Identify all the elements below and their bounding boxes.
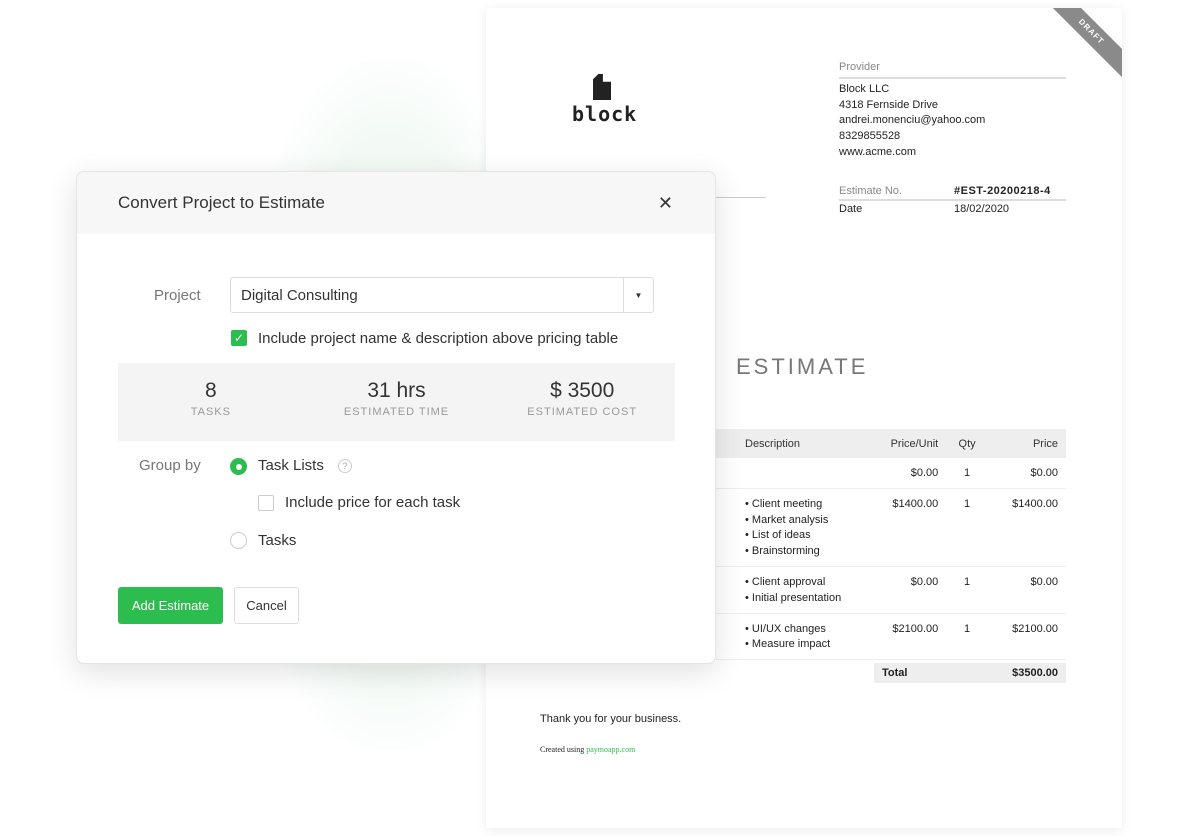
divider xyxy=(716,197,766,198)
column-header: Description xyxy=(716,429,866,458)
unit-price: $0.00 xyxy=(866,458,947,489)
task-item: Market analysis xyxy=(745,513,858,529)
company-logo: block xyxy=(572,74,636,126)
include-price-label: Include price for each task xyxy=(285,494,461,511)
stats-panel: 8 TASKS 31 hrs ESTIMATED TIME $ 3500 ESTIMA… xyxy=(118,363,675,441)
task-item: List of ideas xyxy=(745,528,858,544)
provider-line: Block LLC xyxy=(839,82,890,95)
total-row: Total $3500.00 xyxy=(874,663,1066,683)
project-select[interactable]: Digital Consulting ▼ xyxy=(230,277,654,313)
unit-price: $2100.00 xyxy=(866,613,947,661)
task-lists-label: Task Lists xyxy=(258,457,324,474)
total-value: $3500.00 xyxy=(1012,667,1058,679)
quantity: 1 xyxy=(946,613,988,661)
include-price-checkbox[interactable] xyxy=(258,495,274,511)
provider-line: www.acme.com xyxy=(839,145,917,158)
dialog-title: Convert Project to Estimate xyxy=(118,193,325,212)
table-row: $0.00 1 $0.00 xyxy=(716,458,1066,489)
estimate-number: #EST-20200218-4 xyxy=(954,185,1051,197)
estimate-date: 18/02/2020 xyxy=(954,203,1010,215)
created-using: Created using paymoapp.com xyxy=(540,745,636,754)
table-row: Client meetingMarket analysisList of ide… xyxy=(716,488,1066,567)
add-estimate-button[interactable]: Add Estimate xyxy=(118,587,223,624)
quantity: 1 xyxy=(946,566,988,614)
stat-time: 31 hrs ESTIMATED TIME xyxy=(343,379,450,418)
table-row: UI/UX changesMeasure impact $2100.00 1 $… xyxy=(716,613,1066,661)
line-price: $0.00 xyxy=(987,458,1066,489)
provider-line: 4318 Fernside Drive xyxy=(839,98,939,111)
chevron-down-icon[interactable]: ▼ xyxy=(623,278,653,312)
paymo-link[interactable]: paymoapp.com xyxy=(586,745,635,754)
cancel-button[interactable]: Cancel xyxy=(234,587,299,624)
task-item: Client meeting xyxy=(745,497,858,513)
help-icon[interactable]: ? xyxy=(338,459,352,473)
items-table: Description Price/Unit Qty Price $0.00 1… xyxy=(716,429,1066,661)
document-title: ESTIMATE xyxy=(736,354,869,379)
task-item: Brainstorming xyxy=(745,544,858,560)
close-icon[interactable]: ✕ xyxy=(658,193,673,214)
thanks-note: Thank you for your business. xyxy=(540,713,682,725)
estimate-meta: Estimate No. #EST-20200218-4 Date 18/02/20… xyxy=(839,183,1066,217)
provider-line: 8329855528 xyxy=(839,130,901,143)
stat-cost: $ 3500 ESTIMATED COST xyxy=(527,379,638,418)
tasks-label: Tasks xyxy=(258,532,297,549)
task-item: Initial presentation xyxy=(745,591,858,607)
convert-estimate-dialog: Convert Project to Estimate ✕ Project Di… xyxy=(76,171,716,664)
quantity: 1 xyxy=(946,458,988,489)
line-price: $2100.00 xyxy=(987,613,1066,661)
column-header: Price xyxy=(987,429,1066,458)
task-item: UI/UX changes xyxy=(745,622,858,638)
include-project-checkbox[interactable]: ✓ xyxy=(231,330,247,346)
task-item: Client approval xyxy=(745,575,858,591)
provider-line: andrei.monenciu@yahoo.com xyxy=(839,114,986,127)
project-label: Project xyxy=(154,287,201,304)
quantity: 1 xyxy=(946,488,988,567)
column-header: Qty xyxy=(946,429,988,458)
radio-task-lists[interactable] xyxy=(230,458,247,475)
stat-tasks: 8 TASKS xyxy=(190,379,231,418)
table-row: Client approvalInitial presentation $0.0… xyxy=(716,566,1066,614)
group-by-label: Group by xyxy=(139,457,201,474)
line-price: $1400.00 xyxy=(987,488,1066,567)
include-project-label: Include project name & description above… xyxy=(258,330,619,347)
radio-tasks[interactable] xyxy=(230,532,247,549)
column-header: Price/Unit xyxy=(866,429,947,458)
line-price: $0.00 xyxy=(987,566,1066,614)
dialog-header: Convert Project to Estimate ✕ xyxy=(77,172,715,234)
task-item: Measure impact xyxy=(745,637,858,653)
provider-block: Provider Block LLC 4318 Fernside Drive a… xyxy=(839,60,1066,161)
unit-price: $1400.00 xyxy=(866,488,947,567)
unit-price: $0.00 xyxy=(866,566,947,614)
